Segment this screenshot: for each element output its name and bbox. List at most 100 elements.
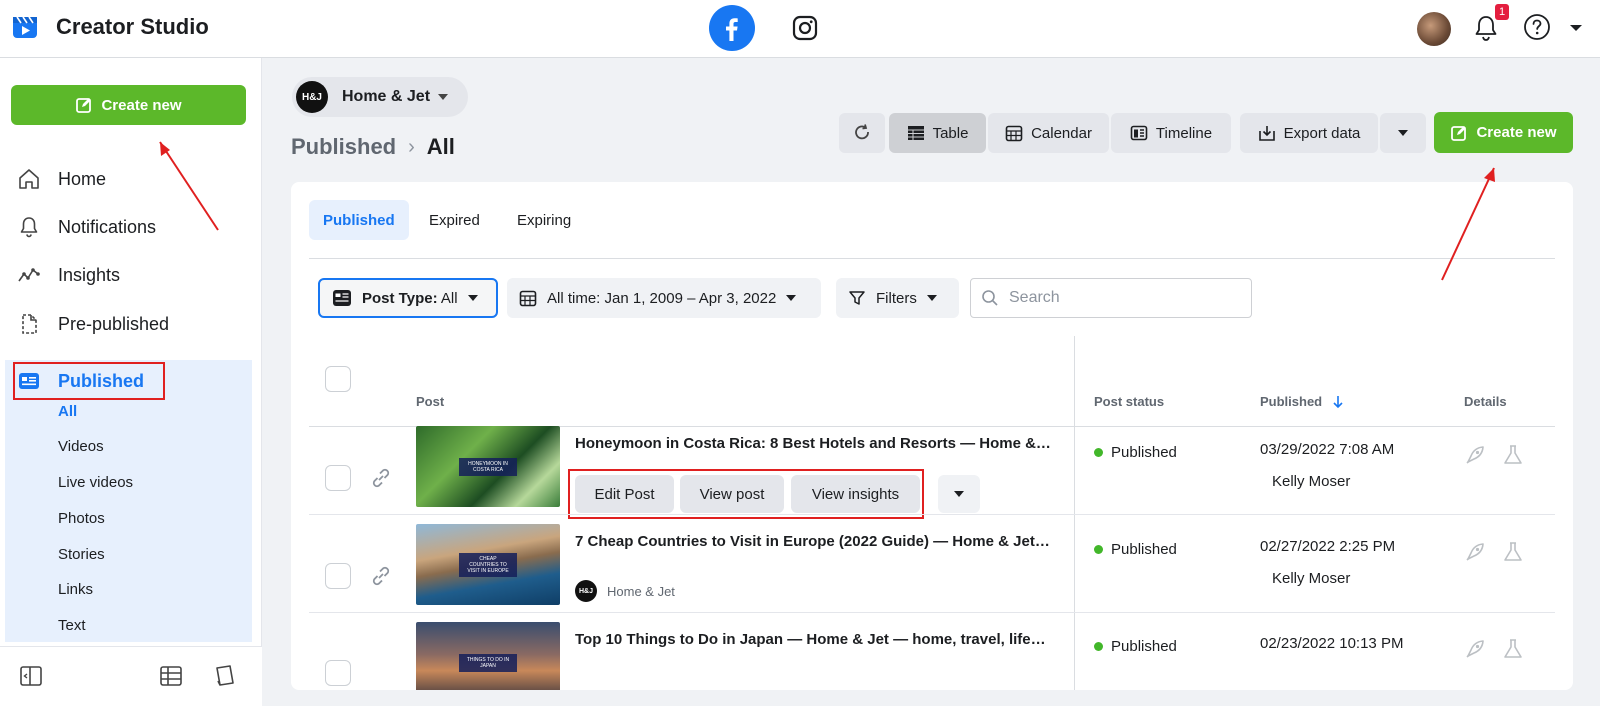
breadcrumb-current: All [426,134,455,159]
home-icon [16,166,42,192]
post-title[interactable]: 7 Cheap Countries to Visit in Europe (20… [575,533,1053,550]
sidebar-item-notifications[interactable]: Notifications [16,210,156,244]
boost-rocket-icon[interactable] [1464,444,1486,466]
feedback-icon[interactable] [212,663,238,689]
post-title[interactable]: Top 10 Things to Do in Japan — Home & Je… [575,631,1053,648]
breadcrumb: Published › All [291,134,455,160]
column-header-status[interactable]: Post status [1094,394,1164,409]
page-logo: H&J [575,580,597,602]
calendar-icon [1005,125,1023,142]
instagram-tab-button[interactable] [788,11,822,45]
link-icon [372,468,390,488]
boost-rocket-icon[interactable] [1464,638,1486,660]
sidebar-subitem-photos[interactable]: Photos [58,510,105,527]
sidebar-item-home[interactable]: Home [16,162,106,196]
collapse-sidebar-icon[interactable] [18,663,44,689]
sidebar-item-pre-published[interactable]: Pre-published [16,307,169,341]
post-status-label: Published [1111,444,1177,461]
create-new-button[interactable]: Create new [1434,112,1573,153]
thumbnail-caption: CHEAP COUNTRIES TO VISIT IN EUROPE [459,552,517,577]
chevron-down-icon [1398,130,1408,136]
export-data-button[interactable]: Export data [1240,113,1378,153]
column-header-details: Details [1464,394,1507,409]
view-table-button[interactable]: Table [889,113,986,153]
tab-expiring[interactable]: Expiring [503,200,585,240]
search-input[interactable]: Search [970,278,1252,318]
boost-rocket-icon[interactable] [1464,541,1486,563]
tab-published[interactable]: Published [309,200,409,240]
sidebar-subitem-stories[interactable]: Stories [58,546,105,563]
actions-highlight-box [568,469,924,519]
row-checkbox[interactable] [325,465,351,491]
published-date: 02/27/2022 2:25 PM [1260,538,1396,555]
chevron-down-icon [786,295,797,301]
sidebar-create-new-label: Create new [101,96,182,114]
test-flask-icon[interactable] [1502,541,1524,563]
export-options-button[interactable] [1380,113,1426,153]
sidebar-item-insights[interactable]: Insights [16,258,120,292]
creator-studio-logo-icon[interactable] [12,13,38,39]
post-status-label: Published [1111,638,1177,655]
select-all-checkbox[interactable] [325,366,351,392]
edit-icon [76,98,92,113]
sidebar-item-label: Pre-published [58,313,170,334]
sidebar-footer [0,646,262,706]
sidebar-subitem-live-videos[interactable]: Live videos [58,474,133,491]
view-timeline-label: Timeline [1155,124,1213,142]
more-actions-button[interactable] [938,475,980,513]
view-calendar-button[interactable]: Calendar [988,113,1109,153]
sidebar-create-new-button[interactable]: Create new [11,85,246,125]
facebook-tab-button[interactable] [709,5,755,51]
create-new-label: Create new [1476,124,1557,141]
export-icon [1258,126,1275,141]
column-header-published[interactable]: Published [1260,394,1344,409]
view-timeline-button[interactable]: Timeline [1111,113,1231,153]
sort-arrow-down-icon [1333,395,1343,408]
published-section [5,360,252,642]
post-type-icon [333,290,351,306]
user-avatar[interactable] [1417,12,1451,46]
breadcrumb-parent[interactable]: Published [291,134,396,160]
sidebar-item-published[interactable]: Published [16,364,144,398]
post-type-filter[interactable]: Post Type: All [318,278,498,318]
status-dot [1094,545,1103,554]
search-icon [982,290,998,306]
post-type-value: All [440,289,458,307]
sidebar-item-label: Notifications [58,216,157,237]
row-checkbox[interactable] [325,563,351,589]
post-type-filter-text: Post Type: All [362,290,458,307]
help-icon[interactable] [1522,12,1552,42]
filters-button[interactable]: Filters [836,278,959,318]
status-dot [1094,448,1103,457]
test-flask-icon[interactable] [1502,638,1524,660]
table-view-icon[interactable] [158,663,184,689]
post-title[interactable]: Honeymoon in Costa Rica: 8 Best Hotels a… [575,435,1053,452]
chevron-down-icon [467,295,478,301]
sidebar-subitem-text[interactable]: Text [58,617,86,634]
date-range-label: All time: Jan 1, 2009 – Apr 3, 2022 [547,289,777,307]
row-checkbox[interactable] [325,660,351,686]
bell-icon [16,214,42,240]
post-status: Published [1094,638,1177,655]
sidebar-item-label: Published [58,370,145,391]
post-thumbnail[interactable]: THINGS TO DO IN JAPAN [416,622,560,690]
search-placeholder: Search [1009,289,1060,306]
sidebar-subitem-links[interactable]: Links [58,581,93,598]
date-range-filter[interactable]: All time: Jan 1, 2009 – Apr 3, 2022 [507,278,821,318]
post-thumbnail[interactable]: HONEYMOON IN COSTA RICA [416,426,560,507]
page-selector[interactable]: H&J Home & Jet [292,77,468,117]
sidebar-subitem-all[interactable]: All [58,403,77,420]
post-thumbnail[interactable]: CHEAP COUNTRIES TO VISIT IN EUROPE [416,524,560,605]
post-author: Kelly Moser [1272,570,1351,587]
test-flask-icon[interactable] [1502,444,1524,466]
document-icon [16,311,42,337]
thumbnail-caption: THINGS TO DO IN JAPAN [459,653,517,672]
sidebar-item-label: Insights [58,264,121,285]
account-menu-caret-icon[interactable] [1568,20,1584,36]
edit-icon [1451,125,1467,141]
tabs-divider [309,258,1555,259]
row-divider [309,514,1555,515]
sidebar-subitem-videos[interactable]: Videos [58,438,104,455]
tab-expired[interactable]: Expired [415,200,494,240]
refresh-button[interactable] [839,113,885,153]
